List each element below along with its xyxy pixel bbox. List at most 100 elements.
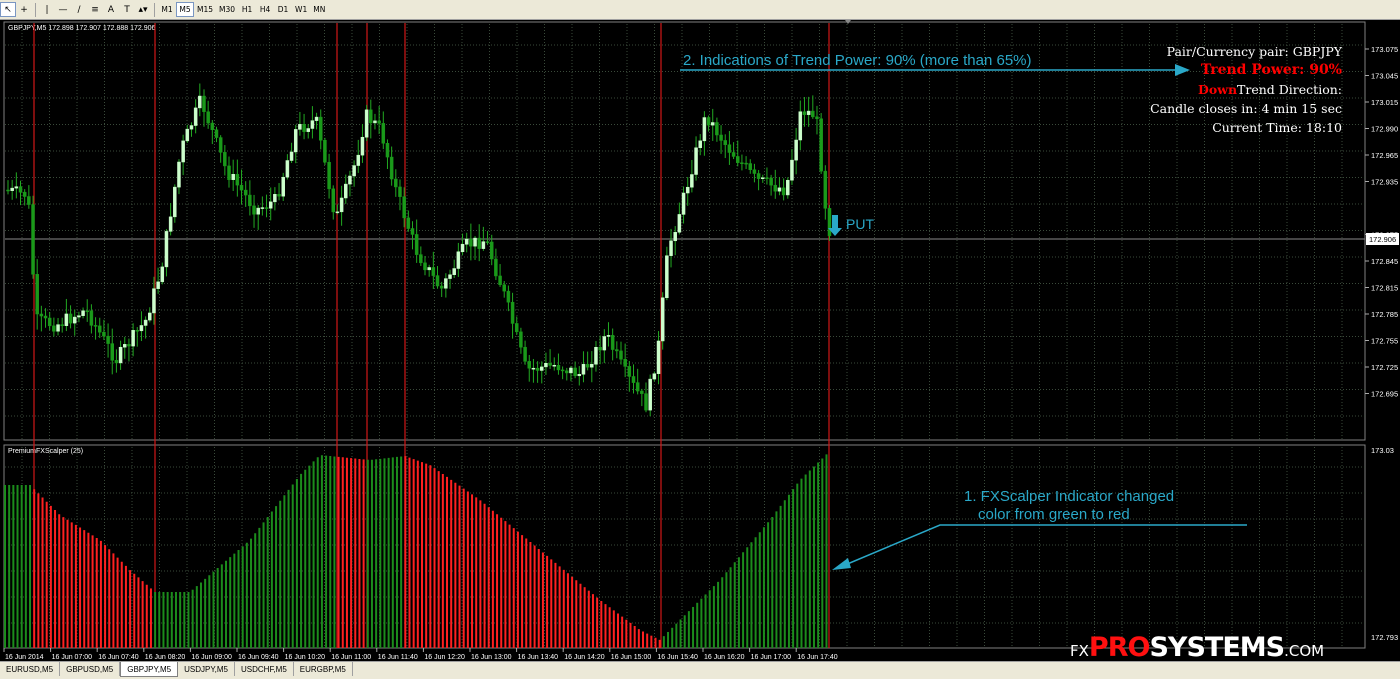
candle-body — [181, 140, 185, 163]
timeframe-m5[interactable]: M5 — [176, 2, 194, 17]
symbol-tab[interactable]: USDCHF,M5 — [235, 662, 294, 676]
price-tick-label: 172.990 — [1371, 125, 1398, 134]
timeframe-mn[interactable]: MN — [310, 2, 328, 17]
candle-body — [519, 331, 523, 348]
candle-body — [214, 129, 219, 138]
symbol-tab[interactable]: USDJPY,M5 — [178, 662, 235, 676]
price-tick-label: 173.015 — [1371, 98, 1398, 107]
candle-body — [610, 335, 615, 350]
trend-direction-row: DownTrend Direction: — [1042, 80, 1342, 99]
candle-body — [406, 217, 411, 229]
candle-body — [373, 120, 377, 124]
candle-body — [439, 285, 444, 289]
candle-body — [502, 284, 506, 292]
candle-body — [102, 331, 106, 337]
candle-body — [135, 330, 140, 332]
vertical-line-icon[interactable]: | — [39, 2, 55, 17]
candle-body — [185, 128, 190, 142]
shapes-icon[interactable]: ▴▾ — [135, 2, 151, 17]
candle-body — [410, 228, 415, 235]
candle-body — [665, 255, 669, 299]
timeframe-w1[interactable]: W1 — [292, 2, 310, 17]
candle-body — [252, 205, 256, 215]
candle-body — [139, 325, 144, 332]
candle-body — [652, 373, 657, 380]
channel-icon[interactable]: ≡ — [87, 2, 103, 17]
candle-body — [268, 201, 273, 209]
candle-body — [627, 366, 632, 377]
candle-body — [339, 197, 344, 213]
put-signal-label: PUT — [846, 216, 874, 232]
trendline-icon[interactable]: ∕ — [71, 2, 87, 17]
candle-body — [152, 288, 156, 314]
candle-body — [769, 177, 773, 186]
label-tool-button[interactable]: T — [119, 2, 135, 17]
candle-body — [777, 187, 782, 192]
candle-body — [594, 347, 598, 365]
candle-body — [802, 111, 807, 115]
crosshair-icon[interactable]: + — [16, 2, 32, 17]
candle-body — [569, 367, 573, 374]
candle-body — [39, 313, 44, 317]
price-tick-label: 172.695 — [1371, 390, 1398, 399]
candle-body — [14, 186, 19, 189]
candle-body — [335, 211, 340, 214]
candle-body — [114, 360, 119, 364]
candle-body — [81, 310, 85, 316]
candle-body — [527, 361, 531, 369]
candle-body — [18, 186, 23, 193]
candle-body — [231, 174, 235, 180]
candle-body — [736, 156, 740, 163]
timeframe-m1[interactable]: M1 — [158, 2, 176, 17]
annotation-indicator-line2: color from green to red — [978, 506, 1130, 523]
candle-body — [531, 367, 536, 370]
timeframe-h1[interactable]: H1 — [238, 2, 256, 17]
trend-direction-value: Down — [1198, 82, 1238, 97]
candle-body — [106, 335, 110, 344]
time-tick-label: 16 Jun 09:00 — [191, 654, 232, 660]
text-tool-button[interactable]: A — [103, 2, 119, 17]
chart-area[interactable]: GBPJPY,M5 172.898 172.907 172.888 172.90… — [0, 20, 1400, 663]
current-price-label: 172.906 — [1369, 235, 1396, 244]
candle-body — [823, 170, 828, 209]
candle-body — [248, 194, 252, 207]
symbol-tab[interactable]: EURGBP,M5 — [294, 662, 353, 676]
timeframe-h4[interactable]: H4 — [256, 2, 274, 17]
candle-body — [560, 369, 565, 372]
candle-body — [815, 116, 819, 119]
symbol-tab[interactable]: GBPUSD,M5 — [60, 662, 121, 676]
candle-body — [10, 187, 14, 191]
symbol-tab[interactable]: EURUSD,M5 — [0, 662, 61, 676]
candle-body — [206, 111, 210, 124]
candle-body — [811, 110, 815, 118]
cursor-icon[interactable]: ↖ — [0, 2, 16, 17]
candle-body — [514, 323, 519, 333]
candle-body — [310, 120, 315, 129]
candle-body — [202, 95, 206, 112]
candle-body — [690, 174, 694, 188]
timeframe-m30[interactable]: M30 — [216, 2, 238, 17]
horizontal-line-icon[interactable]: — — [55, 2, 71, 17]
candle-body — [727, 144, 732, 153]
candle-body — [123, 344, 127, 348]
candle-body — [277, 194, 281, 197]
trend-direction-label: Trend Direction: — [1237, 82, 1342, 97]
candle-body — [285, 160, 290, 178]
symbol-tab[interactable]: GBPJPY,M5 — [120, 662, 179, 677]
timeframe-m15[interactable]: M15 — [194, 2, 216, 17]
time-tick-label: 16 Jun 07:00 — [52, 654, 93, 660]
candle-body — [481, 241, 486, 249]
annotation-indicator-line1: 1. FXScalper Indicator changed — [964, 488, 1174, 505]
timeframe-d1[interactable]: D1 — [274, 2, 292, 17]
time-tick-label: 16 Jun 13:00 — [471, 654, 512, 660]
candle-body — [227, 165, 231, 180]
candle-body — [748, 163, 753, 170]
candle-body — [669, 240, 673, 256]
candle-body — [72, 316, 77, 324]
candle-body — [660, 297, 665, 342]
candle-body — [765, 177, 769, 179]
candle-body — [64, 313, 69, 326]
candle-body — [377, 120, 381, 124]
candle-body — [419, 254, 423, 264]
candle-body — [540, 366, 544, 371]
